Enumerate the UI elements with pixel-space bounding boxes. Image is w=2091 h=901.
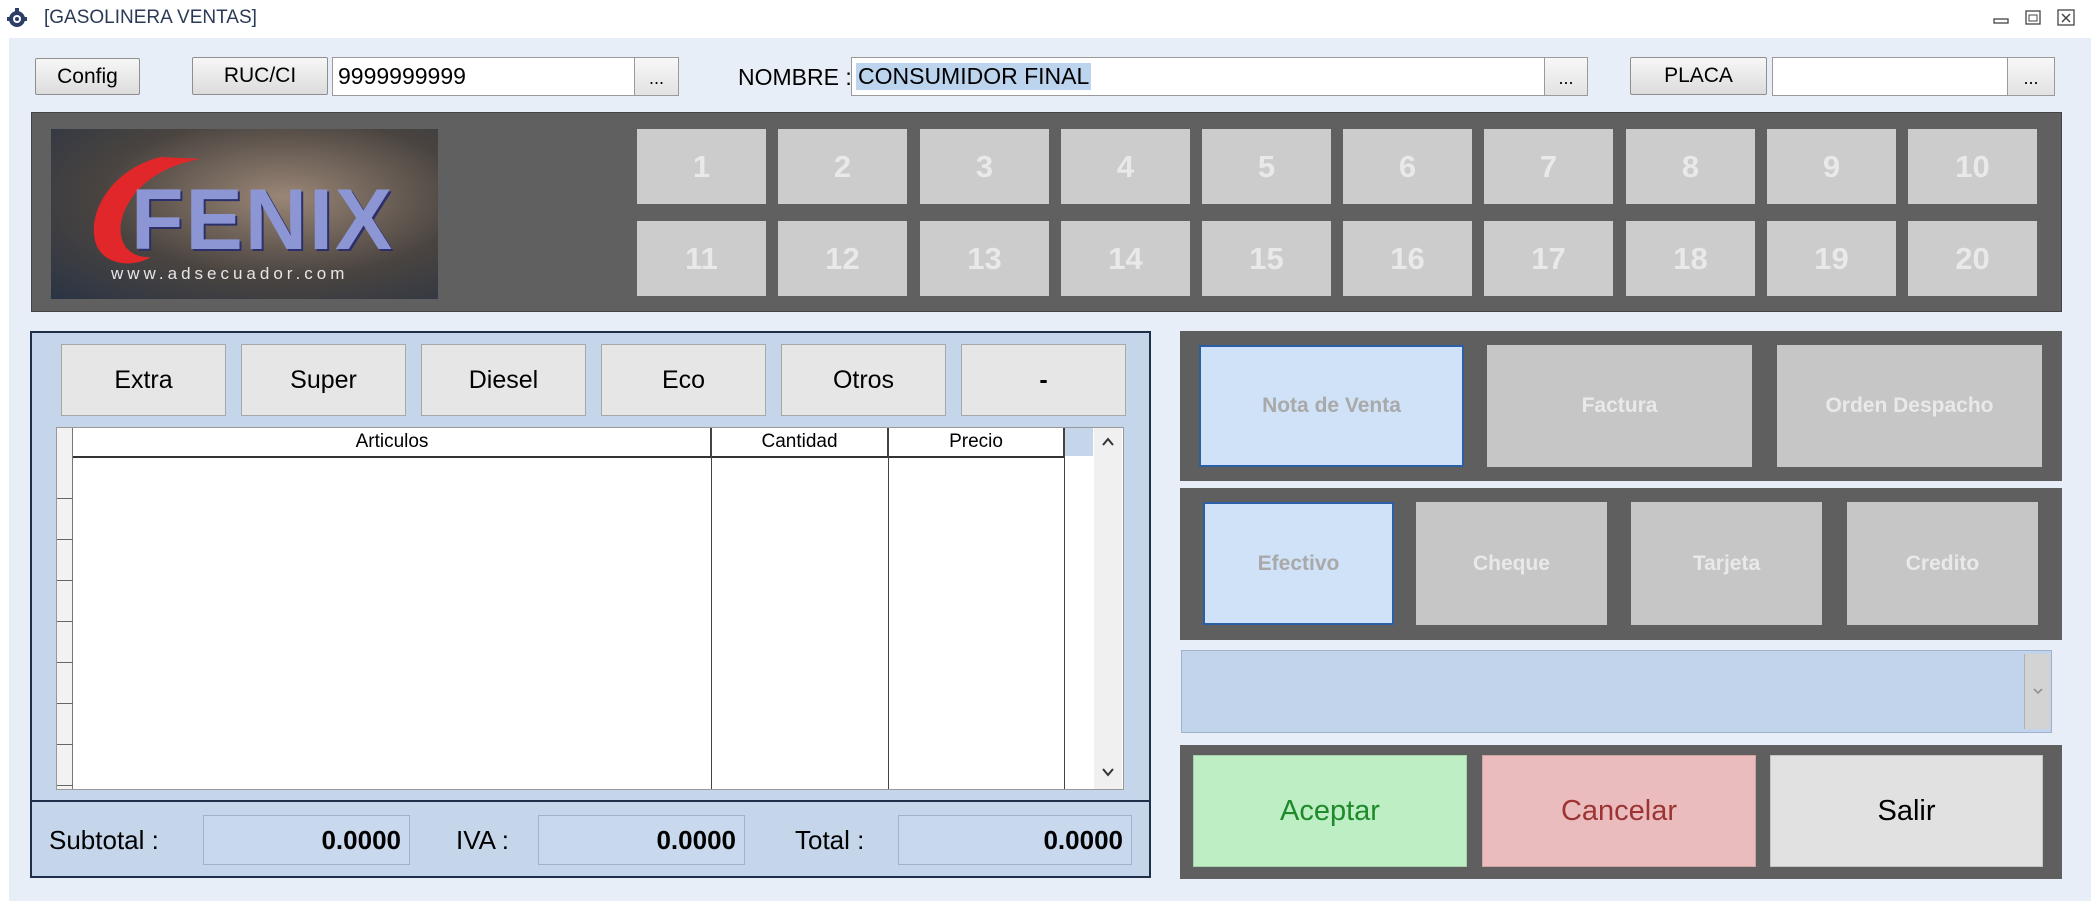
total-field: 0.0000 [898, 815, 1132, 865]
pump-button-14[interactable]: 14 [1061, 221, 1190, 296]
grid-col-divider-1 [711, 428, 712, 789]
pump-button-8[interactable]: 8 [1626, 129, 1755, 204]
grid-header-divider [73, 456, 1065, 458]
grid-row-tick [57, 744, 73, 745]
pump-button-10[interactable]: 10 [1908, 129, 2037, 204]
grid-row-tick [57, 662, 73, 663]
scroll-down-icon[interactable] [1100, 764, 1116, 780]
fuel-button-diesel[interactable]: Diesel [421, 344, 586, 416]
grid-scrollbar[interactable] [1094, 428, 1122, 789]
pump-button-4[interactable]: 4 [1061, 129, 1190, 204]
accept-button[interactable]: Aceptar [1193, 755, 1467, 867]
doc-type-factura[interactable]: Factura [1487, 345, 1752, 467]
pump-button-3[interactable]: 3 [920, 129, 1049, 204]
pump-button-1[interactable]: 1 [637, 129, 766, 204]
payment-tarjeta[interactable]: Tarjeta [1631, 502, 1822, 625]
grid-row-tick [57, 539, 73, 540]
fuel-button-eco[interactable]: Eco [601, 344, 766, 416]
grid-header-articulos: Articulos [74, 428, 711, 456]
fuel-button-super[interactable]: Super [241, 344, 406, 416]
payment-detail-select[interactable] [1181, 650, 2052, 733]
close-icon[interactable] [2055, 7, 2077, 29]
pump-button-2[interactable]: 2 [778, 129, 907, 204]
pump-button-13[interactable]: 13 [920, 221, 1049, 296]
logo-brand-text: FENIX [131, 172, 395, 268]
logo-url-text: www.adsecuador.com [111, 264, 349, 283]
payment-credito[interactable]: Credito [1847, 502, 2038, 625]
grid-header-cantidad: Cantidad [712, 428, 888, 456]
pump-button-9[interactable]: 9 [1767, 129, 1896, 204]
nombre-lookup-button[interactable]: ... [1544, 57, 1588, 96]
pump-button-11[interactable]: 11 [637, 221, 766, 296]
payment-efectivo[interactable]: Efectivo [1203, 502, 1394, 625]
nombre-label: NOMBRE : [738, 64, 852, 90]
placa-button[interactable]: PLACA [1630, 57, 1767, 95]
chevron-down-icon [2033, 688, 2043, 695]
pump-button-18[interactable]: 18 [1626, 221, 1755, 296]
exit-button[interactable]: Salir [1770, 755, 2043, 867]
grid-col-divider-2 [888, 428, 889, 789]
placa-lookup-button[interactable]: ... [2007, 57, 2055, 96]
subtotal-field: 0.0000 [203, 815, 410, 865]
pump-button-20[interactable]: 20 [1908, 221, 2037, 296]
ruc-ci-button[interactable]: RUC/CI [192, 57, 328, 95]
iva-label: IVA : [456, 825, 509, 855]
maximize-icon[interactable] [2022, 7, 2044, 29]
select-dropdown-button[interactable] [2024, 654, 2050, 729]
grid-header-precio: Precio [889, 428, 1064, 456]
pump-button-12[interactable]: 12 [778, 221, 907, 296]
ruc-lookup-button[interactable]: ... [634, 57, 679, 96]
fuel-button-otros[interactable]: Otros [781, 344, 946, 416]
grid-col-divider-3 [1064, 428, 1065, 789]
pump-button-17[interactable]: 17 [1484, 221, 1613, 296]
scroll-up-icon[interactable] [1100, 434, 1116, 450]
grid-row-tick [57, 580, 73, 581]
pump-button-7[interactable]: 7 [1484, 129, 1613, 204]
subtotal-label: Subtotal : [49, 825, 159, 855]
window-title: [GASOLINERA VENTAS] [44, 7, 257, 28]
app-icon [7, 8, 27, 27]
placa-input[interactable] [1772, 57, 2008, 96]
minimize-icon[interactable] [1990, 7, 2012, 29]
cancel-button[interactable]: Cancelar [1482, 755, 1756, 867]
nombre-input[interactable]: CONSUMIDOR FINAL [851, 57, 1545, 96]
pump-button-5[interactable]: 5 [1202, 129, 1331, 204]
payment-cheque[interactable]: Cheque [1416, 502, 1607, 625]
title-bar: [GASOLINERA VENTAS] [0, 0, 2091, 38]
fenix-logo: FENIX www.adsecuador.com [51, 129, 438, 299]
grid-row-selectors[interactable] [57, 428, 73, 789]
fuel-button-blank[interactable]: - [961, 344, 1126, 416]
pump-button-15[interactable]: 15 [1202, 221, 1331, 296]
doc-type-orden-despacho[interactable]: Orden Despacho [1777, 345, 2042, 467]
grid-header-spacer [1065, 428, 1093, 456]
iva-field: 0.0000 [538, 815, 745, 865]
grid-row-tick [57, 621, 73, 622]
pump-button-16[interactable]: 16 [1343, 221, 1472, 296]
config-button[interactable]: Config [35, 58, 140, 95]
pump-button-6[interactable]: 6 [1343, 129, 1472, 204]
articles-grid[interactable] [56, 427, 1124, 790]
grid-row-tick [57, 785, 73, 786]
nombre-value: CONSUMIDOR FINAL [856, 63, 1092, 90]
grid-row-tick [57, 498, 73, 499]
doc-type-nota-de-venta[interactable]: Nota de Venta [1199, 345, 1464, 467]
pump-button-19[interactable]: 19 [1767, 221, 1896, 296]
total-label: Total : [795, 825, 865, 855]
ruc-input[interactable]: 9999999999 [332, 57, 635, 96]
grid-row-tick [57, 703, 73, 704]
fuel-button-extra[interactable]: Extra [61, 344, 226, 416]
